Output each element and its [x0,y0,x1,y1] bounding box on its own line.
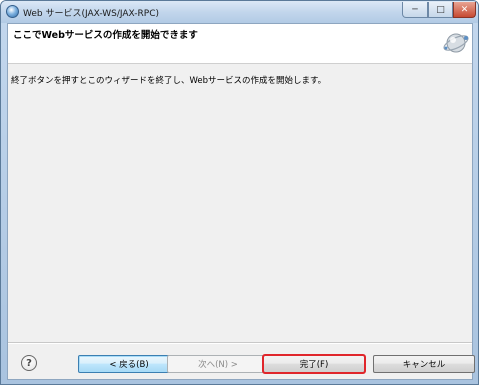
back-button[interactable]: < 戻る(B) [78,355,180,373]
wizard-page-content: 終了ボタンを押すとこのウィザードを終了し、Webサービスの作成を開始します。 [8,65,472,342]
window-title: Web サービス(JAX-WS/JAX-RPC) [23,9,159,19]
app-icon [6,5,19,18]
wizard-window: Web サービス(JAX-WS/JAX-RPC) ─ □ ✕ ここでWebサービ… [0,0,479,385]
title-bar[interactable]: Web サービス(JAX-WS/JAX-RPC) ─ □ ✕ [1,1,478,23]
minimize-button[interactable]: ─ [402,2,428,18]
maximize-button[interactable]: □ [428,2,453,18]
banner-title: ここでWebサービスの作成を開始できます [13,30,198,41]
finish-instruction-text: 終了ボタンを押すとこのウィザードを終了し、Webサービスの作成を開始します。 [11,76,327,86]
footer-separator [8,342,472,344]
next-button[interactable]: 次へ(N) > [167,355,269,373]
wizard-banner: ここでWebサービスの作成を開始できます [8,24,472,64]
finish-button[interactable]: 完了(F) [262,354,366,374]
cancel-button[interactable]: キャンセル [373,355,475,373]
help-icon[interactable]: ? [21,355,37,371]
close-button[interactable]: ✕ [453,2,476,18]
web-service-wizard-icon [443,33,469,53]
wizard-client-area: ここでWebサービスの作成を開始できます 終了ボタンを押すとこのウィザードを終了… [7,23,475,380]
